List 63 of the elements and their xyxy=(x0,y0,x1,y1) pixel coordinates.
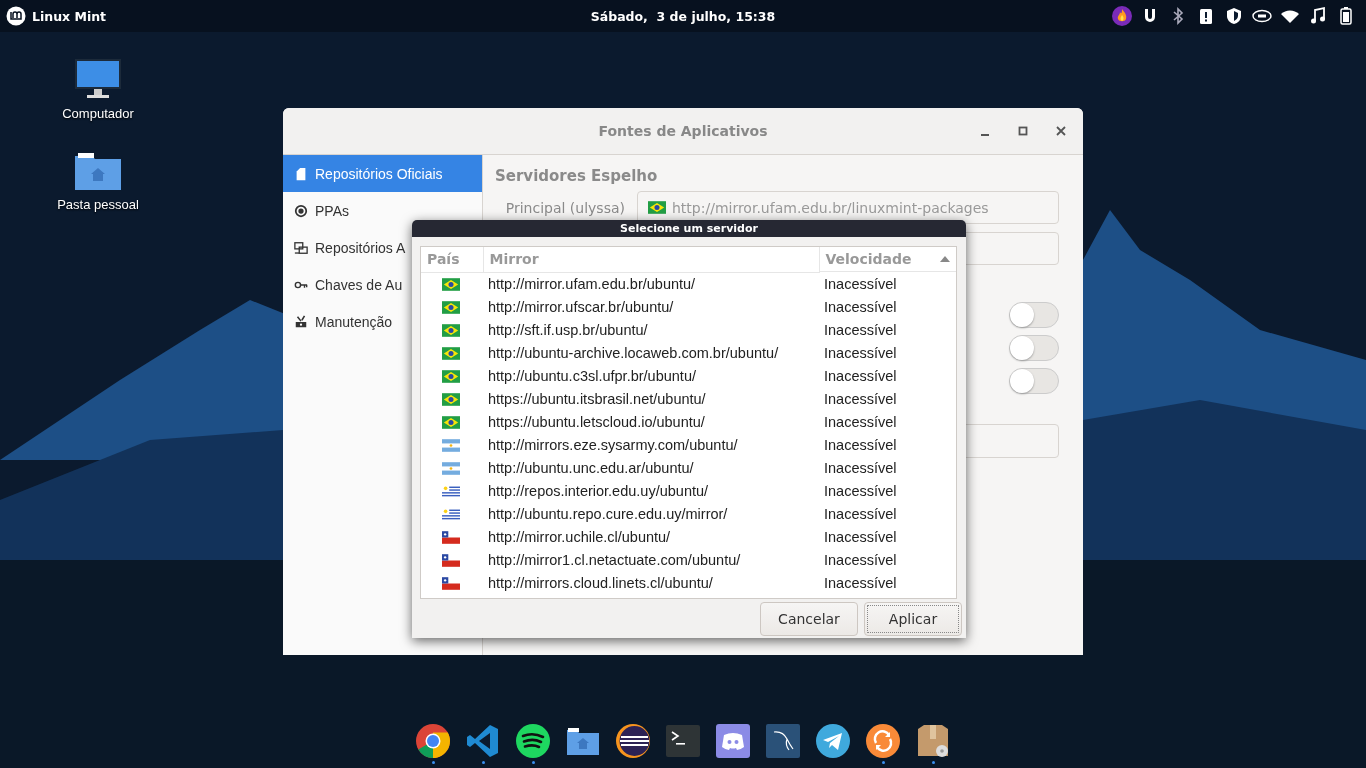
speed-value: Inacessível xyxy=(824,391,897,407)
chrome-icon[interactable] xyxy=(415,723,451,759)
eclipse-icon[interactable] xyxy=(615,723,651,759)
mirror-url[interactable]: http://mirror1.cl.netactuate.com/ubuntu/ xyxy=(488,552,741,568)
field-label: Principal (ulyssa) xyxy=(504,199,625,216)
mirror-url[interactable]: https://ubuntu.itsbrasil.net/ubuntu/ xyxy=(488,391,706,407)
sync-icon[interactable] xyxy=(865,723,901,759)
speed-value: Inacessível xyxy=(824,552,897,568)
speed-value: Inacessível xyxy=(824,275,897,292)
target-icon xyxy=(294,203,308,218)
menu-label[interactable]: Linux Mint xyxy=(32,8,107,24)
mirror-url[interactable]: http://mirrors.cloud.linets.cl/ubuntu/ xyxy=(488,575,713,591)
network-icon xyxy=(294,240,308,255)
mirror-url[interactable]: http://ubuntu.unc.edu.ar/ubuntu/ xyxy=(488,460,694,476)
package-icon[interactable] xyxy=(915,723,951,759)
speed-value: Inacessível xyxy=(824,345,897,361)
speed-value: Inacessível xyxy=(824,460,897,476)
speed-value: Inacessível xyxy=(824,575,897,591)
telegram-icon[interactable] xyxy=(815,723,851,759)
monitor-icon[interactable] xyxy=(74,58,122,100)
spotify-icon[interactable] xyxy=(515,723,551,759)
window-title: Fontes de Aplicativos xyxy=(598,123,768,139)
speed-value: Inacessível xyxy=(824,529,897,545)
sidebar-item[interactable]: Repositórios Oficiais xyxy=(283,155,482,192)
speed-value: Inacessível xyxy=(824,483,897,499)
vscode-icon[interactable] xyxy=(465,723,501,759)
shield-icon[interactable] xyxy=(1224,6,1244,26)
speed-value: Inacessível xyxy=(824,322,897,338)
discord-icon[interactable] xyxy=(715,723,751,759)
tools-icon xyxy=(294,314,308,329)
mirror-url[interactable]: http://mirror.ufscar.br/ubuntu/ xyxy=(488,299,674,315)
mirror-url[interactable]: http://mirrors.eze.sysarmy.com/ubuntu/ xyxy=(488,437,738,453)
mirror-url[interactable]: http://ubuntu.repo.cure.edu.uy/mirror/ xyxy=(488,506,728,522)
speed-value: Inacessível xyxy=(824,506,897,522)
terminal-icon[interactable] xyxy=(665,723,701,759)
icon-label[interactable]: Computador xyxy=(62,106,134,121)
speed-value: Inacessível xyxy=(824,299,897,315)
speed-value: Inacessível xyxy=(824,368,897,384)
flame-icon[interactable] xyxy=(1112,6,1132,26)
toggle-switch[interactable] xyxy=(1009,302,1059,328)
dialog-title: Selecione um servidor xyxy=(620,222,758,235)
mirror-url[interactable]: http://mirror.ufam.edu.br/ubuntu/ xyxy=(488,276,696,292)
speed-value: Inacessível xyxy=(824,437,897,453)
sort-up-icon xyxy=(940,256,950,262)
mirror-url[interactable]: http://ubuntu.c3sl.ufpr.br/ubuntu/ xyxy=(488,368,696,384)
dolphin-icon[interactable] xyxy=(765,723,801,759)
mirror-url[interactable]: http://repos.interior.edu.uy/ubuntu/ xyxy=(488,483,709,499)
mirror-url[interactable]: http://mirror.uchile.cl/ubuntu/ xyxy=(488,529,671,545)
toggle-switch[interactable] xyxy=(1009,335,1059,361)
clock[interactable]: Sábado, 3 de julho, 15:38 xyxy=(590,8,776,24)
speed-value: Inacessível xyxy=(824,414,897,430)
tag-icon xyxy=(294,166,308,181)
sidebar-item[interactable]: PPAs xyxy=(283,192,482,229)
mint-logo-icon[interactable] xyxy=(6,6,26,26)
toggle-switch[interactable] xyxy=(1009,368,1059,394)
music-icon[interactable] xyxy=(1308,6,1328,26)
section-title: Servidores Espelho xyxy=(495,167,659,185)
mirror-url[interactable]: http://ubuntu-archive.locaweb.com.br/ubuntu/ xyxy=(488,345,779,361)
icon-label[interactable]: Pasta pessoal xyxy=(57,197,139,212)
dialog-button[interactable]: Aplicar xyxy=(864,602,962,636)
mirror-url[interactable]: http://sft.if.usp.br/ubuntu/ xyxy=(488,322,648,338)
dialog-button[interactable]: Cancelar xyxy=(760,602,858,636)
mirror-url[interactable]: https://ubuntu.letscloud.io/ubuntu/ xyxy=(488,414,705,430)
